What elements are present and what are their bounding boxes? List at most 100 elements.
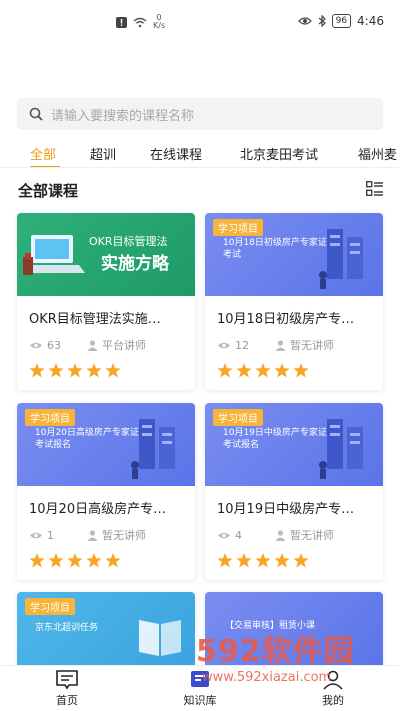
status-left: 0 K/s [116, 14, 165, 30]
star-icon [255, 553, 271, 568]
star-icon [274, 363, 290, 378]
star-icon [29, 363, 45, 378]
category-tabs: 全部 超训 在线课程 北京麦田考试 福州麦 [0, 140, 400, 168]
watermark-brand: 592软件园 [196, 634, 355, 669]
server-illustration [319, 229, 363, 289]
book-illustration [139, 620, 181, 656]
tab-all[interactable]: 全部 [30, 144, 56, 163]
person-icon [87, 339, 98, 351]
eye-icon [218, 532, 230, 538]
thumb-title: 京东北超训任务 [35, 623, 99, 633]
view-count: 4 [217, 529, 275, 542]
view-count-value: 1 [47, 528, 54, 542]
star-icon [105, 363, 121, 378]
star-icon [105, 553, 121, 568]
search-placeholder: 请输入要搜索的课程名称 [51, 108, 195, 124]
wifi-icon [133, 17, 147, 27]
nav-mine-label: 我的 [322, 694, 344, 707]
view-count: 1 [29, 529, 87, 542]
course-title: 10月18日初级房产专… [217, 312, 355, 327]
search-input[interactable]: 请输入要搜索的课程名称 [17, 98, 383, 130]
view-count-value: 4 [235, 528, 242, 542]
course-card-oct20[interactable]: 学习项目 10月20日高级房产专家证考试报名 10月20日高级房产专… 1 暂无… [17, 403, 195, 580]
view-count-value: 12 [235, 338, 249, 352]
speed-unit: K/s [153, 21, 166, 30]
clock: 4:46 [357, 14, 384, 28]
star-icon [236, 553, 252, 568]
star-icon [217, 553, 233, 568]
star-icon [48, 553, 64, 568]
course-card-jd-north[interactable]: 学习项目 京东北超训任务 [17, 592, 195, 675]
teacher-name: 暂无讲师 [102, 529, 146, 542]
star-icon [217, 363, 233, 378]
course-meta: 4 暂无讲师 [217, 527, 383, 543]
course-title: 10月20日高级房产专… [29, 502, 167, 517]
nav-knowledge-label: 知识库 [183, 694, 217, 707]
course-card-oct19[interactable]: 学习项目 10月19日中级房产专家证考试报名 10月19日中级房产专… 4 暂无… [205, 403, 383, 580]
thumb-title: 【交易审核】租赁小课 [225, 621, 316, 631]
battery-indicator: 96 [331, 14, 352, 28]
watermark-url: www.592xiazai.com [202, 670, 332, 685]
star-icon [274, 553, 290, 568]
tab-online-courses[interactable]: 在线课程 [150, 144, 202, 163]
view-count-value: 63 [47, 338, 61, 352]
eye-icon [30, 532, 42, 538]
tab-beijing-exam[interactable]: 北京麦田考试 [240, 144, 318, 163]
star-icon [86, 553, 102, 568]
rating-stars [217, 553, 383, 568]
rating-stars [29, 363, 195, 378]
star-icon [255, 363, 271, 378]
thumb-title-line1: OKR目标管理法 [89, 235, 168, 248]
tab-fuzhou[interactable]: 福州麦 [358, 144, 397, 163]
course-thumbnail: 学习项目 10月18日初级房产专家证考试 [205, 213, 383, 296]
teacher: 平台讲师 [87, 337, 146, 353]
course-meta: 63 平台讲师 [29, 337, 195, 353]
list-layout-icon[interactable] [366, 181, 384, 197]
learning-project-badge: 学习项目 [213, 409, 263, 426]
eye-icon [218, 342, 230, 348]
tab-super-training[interactable]: 超训 [90, 144, 116, 163]
teacher-name: 暂无讲师 [290, 529, 334, 542]
course-card-oct18[interactable]: 学习项目 10月18日初级房产专家证考试 10月18日初级房产专… 12 暂无讲… [205, 213, 383, 390]
course-card-okr[interactable]: OKR目标管理法 实施方略 OKR目标管理法实施… 63 平台讲师 [17, 213, 195, 390]
learning-project-badge: 学习项目 [213, 219, 263, 236]
course-meta: 12 暂无讲师 [217, 337, 383, 353]
server-illustration [319, 419, 363, 479]
star-icon [293, 553, 309, 568]
star-icon [86, 363, 102, 378]
tab-active-indicator [30, 166, 60, 167]
rating-stars [29, 553, 195, 568]
section-title: 全部课程 [18, 182, 79, 200]
star-icon [48, 363, 64, 378]
server-illustration [131, 419, 175, 479]
learning-project-badge: 学习项目 [25, 598, 75, 615]
star-icon [67, 553, 83, 568]
course-thumbnail: 学习项目 10月20日高级房产专家证考试报名 [17, 403, 195, 486]
status-bar: 0 K/s 96 4:46 [0, 0, 400, 46]
teacher: 暂无讲师 [275, 337, 334, 353]
teacher-name: 平台讲师 [102, 339, 146, 352]
eye-icon [30, 342, 42, 348]
course-title: OKR目标管理法实施… [29, 312, 161, 327]
star-icon [29, 553, 45, 568]
bluetooth-icon [318, 15, 326, 27]
home-book-icon [56, 670, 78, 690]
star-icon [67, 363, 83, 378]
search-icon [29, 107, 43, 121]
course-thumbnail: 学习项目 京东北超训任务 [17, 592, 195, 675]
star-icon [293, 363, 309, 378]
teacher: 暂无讲师 [87, 527, 146, 543]
course-thumbnail: OKR目标管理法 实施方略 [17, 213, 195, 296]
view-count: 12 [217, 339, 275, 352]
nav-home[interactable]: 首页 [37, 670, 97, 708]
person-icon [87, 529, 98, 541]
course-thumbnail: 学习项目 10月19日中级房产专家证考试报名 [205, 403, 383, 486]
teacher: 暂无讲师 [275, 527, 334, 543]
watermark: 592软件园 www.592xiazai.com [196, 636, 400, 690]
course-title: 10月19日中级房产专… [217, 502, 355, 517]
status-right: 96 4:46 [297, 14, 384, 28]
teacher-name: 暂无讲师 [290, 339, 334, 352]
thumb-title-line2: 实施方略 [101, 254, 169, 274]
nav-home-label: 首页 [56, 694, 78, 707]
person-icon [275, 339, 286, 351]
